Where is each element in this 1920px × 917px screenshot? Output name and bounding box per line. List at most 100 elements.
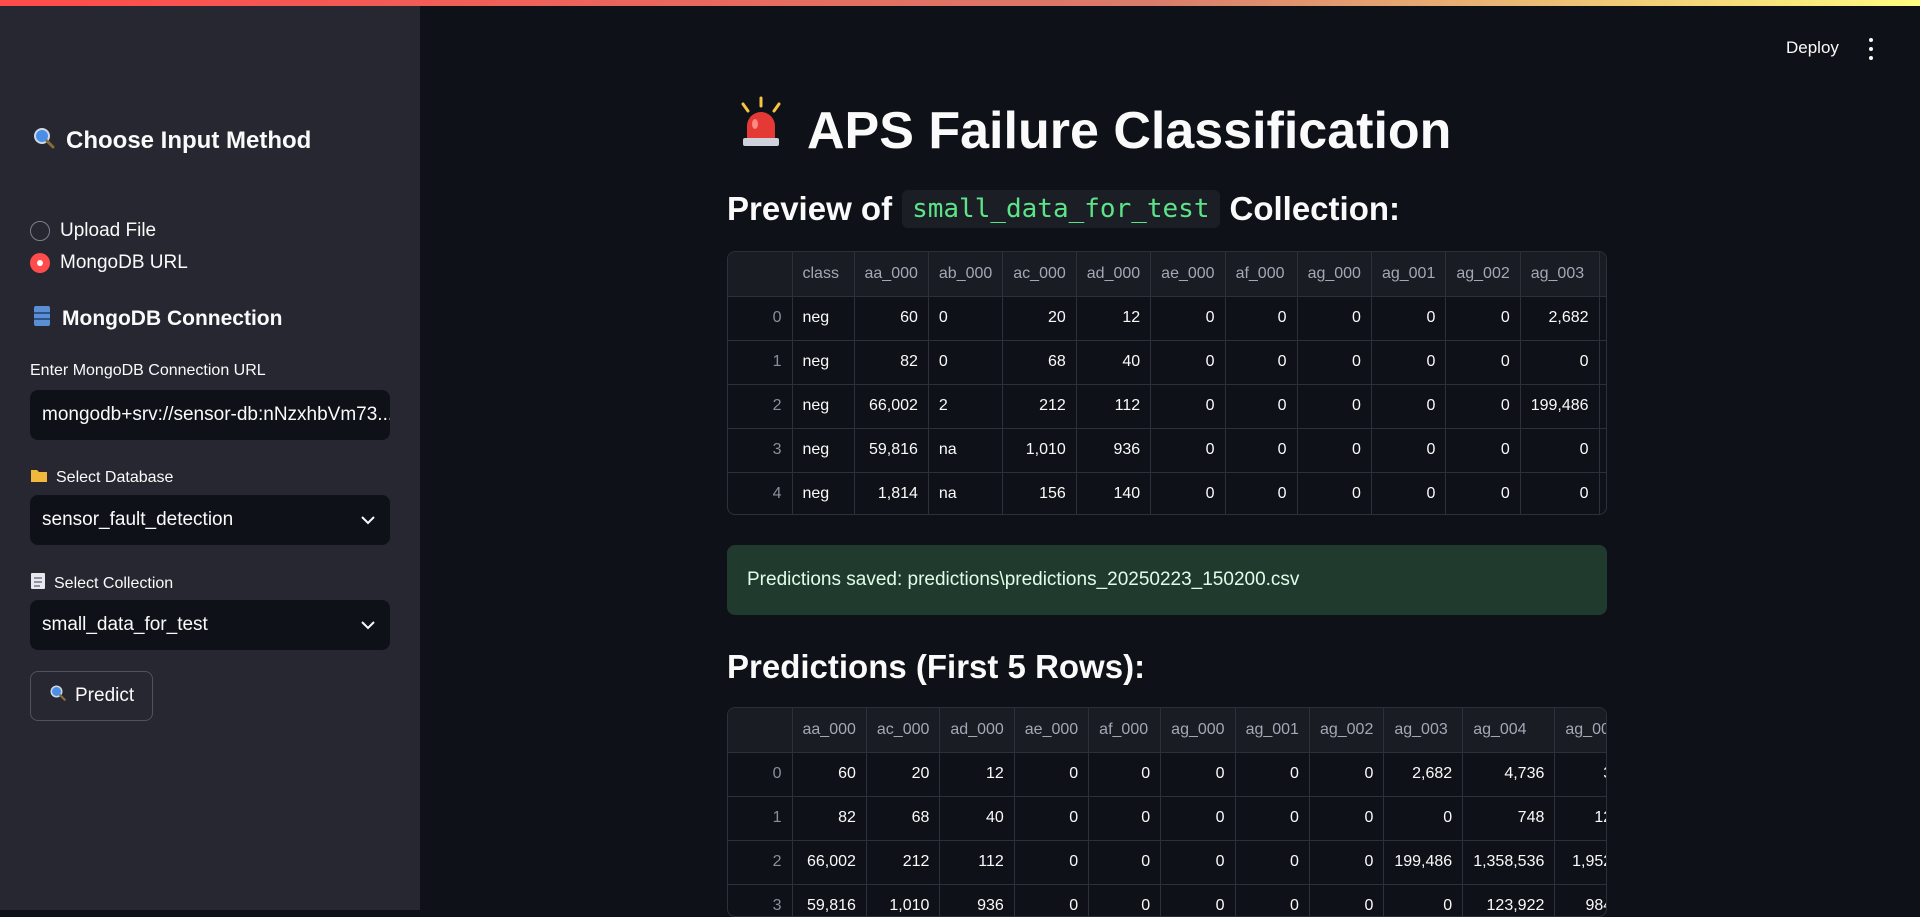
table-cell[interactable] (1599, 428, 1606, 473)
table-cell[interactable]: 82 (792, 796, 867, 841)
table-cell[interactable]: 0 (1371, 296, 1447, 341)
table-cell[interactable]: 66,002 (792, 840, 867, 885)
table-cell[interactable]: 0 (1235, 796, 1310, 841)
table-cell[interactable]: 3,86 (1554, 752, 1606, 797)
column-header[interactable]: ag_003 (1383, 708, 1464, 753)
table-cell[interactable]: 0 (1371, 428, 1447, 473)
table-cell[interactable]: neg (792, 296, 855, 341)
row-index[interactable]: 4 (728, 472, 793, 514)
column-header[interactable]: ag_004 (1462, 708, 1556, 753)
table-cell[interactable]: 2,682 (1383, 752, 1464, 797)
table-cell[interactable]: 0 (1371, 384, 1447, 429)
preview-table[interactable]: class aa_000 ab_000 ac_000 ad_000 ae_000 af_00… (727, 251, 1607, 515)
collection-select[interactable]: small_data_for_test (30, 600, 390, 650)
table-cell[interactable]: 212 (1002, 384, 1077, 429)
table-cell[interactable]: 0 (1160, 884, 1236, 916)
chevron-down-icon[interactable] (358, 615, 378, 635)
table-cell[interactable]: 0 (1445, 428, 1521, 473)
table-cell[interactable]: 0 (1014, 752, 1090, 797)
table-row[interactable]: 2neg66,002221211200000199,4861, (728, 384, 1606, 429)
column-header[interactable]: aa_000 (792, 708, 867, 753)
table-row[interactable]: 359,8161,010936000000123,922984,31 (728, 884, 1606, 916)
table-cell[interactable]: 0 (1225, 296, 1298, 341)
table-cell[interactable]: na (928, 428, 1004, 473)
column-header[interactable]: ag_003 (1520, 252, 1600, 297)
table-cell[interactable]: 0 (1225, 340, 1298, 385)
column-header[interactable]: ag_002 (1445, 252, 1521, 297)
table-cell[interactable]: 936 (939, 884, 1015, 916)
column-header[interactable]: ae_000 (1014, 708, 1090, 753)
row-index[interactable]: 0 (728, 752, 793, 797)
column-header[interactable]: ag_002 (1309, 708, 1385, 753)
table-cell[interactable]: 40 (939, 796, 1015, 841)
row-index[interactable]: 2 (728, 384, 793, 429)
table-cell[interactable] (1599, 296, 1606, 341)
column-header[interactable]: ag (1599, 252, 1606, 297)
column-header[interactable]: aa_000 (854, 252, 929, 297)
table-cell[interactable] (1599, 340, 1606, 385)
table-row[interactable]: 266,00221211200000199,4861,358,5361,952,… (728, 840, 1606, 885)
table-row[interactable]: 4 neg 1,814 na 156 140 0 0 0 0 0 0 (728, 472, 1606, 514)
table-cell[interactable]: 40 (1076, 340, 1152, 385)
table-cell[interactable]: 60 (854, 296, 929, 341)
table-cell[interactable]: neg (792, 428, 855, 473)
column-header[interactable]: ac_000 (1002, 252, 1077, 297)
table-cell[interactable]: 0 (928, 296, 1004, 341)
row-index[interactable]: 0 (728, 296, 793, 341)
table-cell[interactable]: 0 (1225, 428, 1298, 473)
table-cell[interactable] (1599, 472, 1606, 514)
table-cell[interactable]: 20 (866, 752, 941, 797)
table-cell[interactable]: 68 (866, 796, 941, 841)
table-cell[interactable]: 0 (1088, 752, 1162, 797)
column-header[interactable]: af_000 (1088, 708, 1162, 753)
table-cell[interactable]: 0 (1088, 796, 1162, 841)
table-cell[interactable]: 59,816 (854, 428, 929, 473)
table-cell[interactable]: 0 (1088, 884, 1162, 916)
kebab-menu-icon[interactable] (1864, 38, 1878, 60)
table-cell[interactable]: 140 (1076, 472, 1152, 514)
table-cell[interactable]: 0 (1235, 884, 1310, 916)
table-cell[interactable]: 1, (1599, 384, 1606, 429)
predict-button[interactable]: Predict (30, 671, 154, 721)
table-cell[interactable]: 0 (1297, 428, 1372, 473)
table-cell[interactable]: 0 (1225, 472, 1298, 514)
table-cell[interactable]: na (928, 472, 1004, 514)
table-cell[interactable]: 59,816 (792, 884, 867, 916)
index-header[interactable] (728, 252, 793, 297)
row-index[interactable]: 3 (728, 884, 793, 916)
column-header[interactable]: ab_000 (928, 252, 1004, 297)
predictions-table[interactable]: aa_000 ac_000 ad_000 ae_000 af_000 ag_000 ag_0… (727, 707, 1607, 917)
table-cell[interactable]: 199,486 (1383, 840, 1464, 885)
deploy-button[interactable]: Deploy (1786, 38, 1839, 58)
table-cell[interactable]: 0 (1309, 796, 1385, 841)
table-cell[interactable]: 66,002 (854, 384, 929, 429)
row-index[interactable]: 1 (728, 796, 793, 841)
table-cell[interactable]: 0 (1160, 840, 1236, 885)
table-cell[interactable]: neg (792, 384, 855, 429)
column-header[interactable]: ad_000 (939, 708, 1015, 753)
table-cell[interactable]: 0 (1383, 884, 1464, 916)
table-cell[interactable]: 12 (939, 752, 1015, 797)
table-cell[interactable]: 0 (1235, 840, 1310, 885)
table-cell[interactable]: 0 (1520, 428, 1600, 473)
column-header[interactable]: af_000 (1225, 252, 1298, 297)
radio-upload-file[interactable]: Upload File (30, 220, 156, 242)
table-cell[interactable]: 0 (1160, 752, 1236, 797)
table-cell[interactable]: 2,682 (1520, 296, 1600, 341)
table-cell[interactable]: 0 (1445, 384, 1521, 429)
table-cell[interactable]: 0 (1520, 472, 1600, 514)
table-cell[interactable]: 68 (1002, 340, 1077, 385)
table-cell[interactable]: 0 (1371, 472, 1447, 514)
table-cell[interactable]: 0 (1445, 472, 1521, 514)
table-cell[interactable]: 0 (1445, 340, 1521, 385)
table-cell[interactable]: 1,814 (854, 472, 929, 514)
row-index[interactable]: 3 (728, 428, 793, 473)
table-cell[interactable]: 2 (928, 384, 1004, 429)
table-cell[interactable]: 20 (1002, 296, 1077, 341)
table-row[interactable]: 182684000000074812,59 (728, 796, 1606, 841)
table-cell[interactable]: 748 (1462, 796, 1556, 841)
table-cell[interactable]: 0 (1225, 384, 1298, 429)
radio-mongodb-url[interactable]: MongoDB URL (30, 252, 188, 274)
column-header[interactable]: ag_000 (1160, 708, 1236, 753)
table-cell[interactable]: 0 (1297, 296, 1372, 341)
